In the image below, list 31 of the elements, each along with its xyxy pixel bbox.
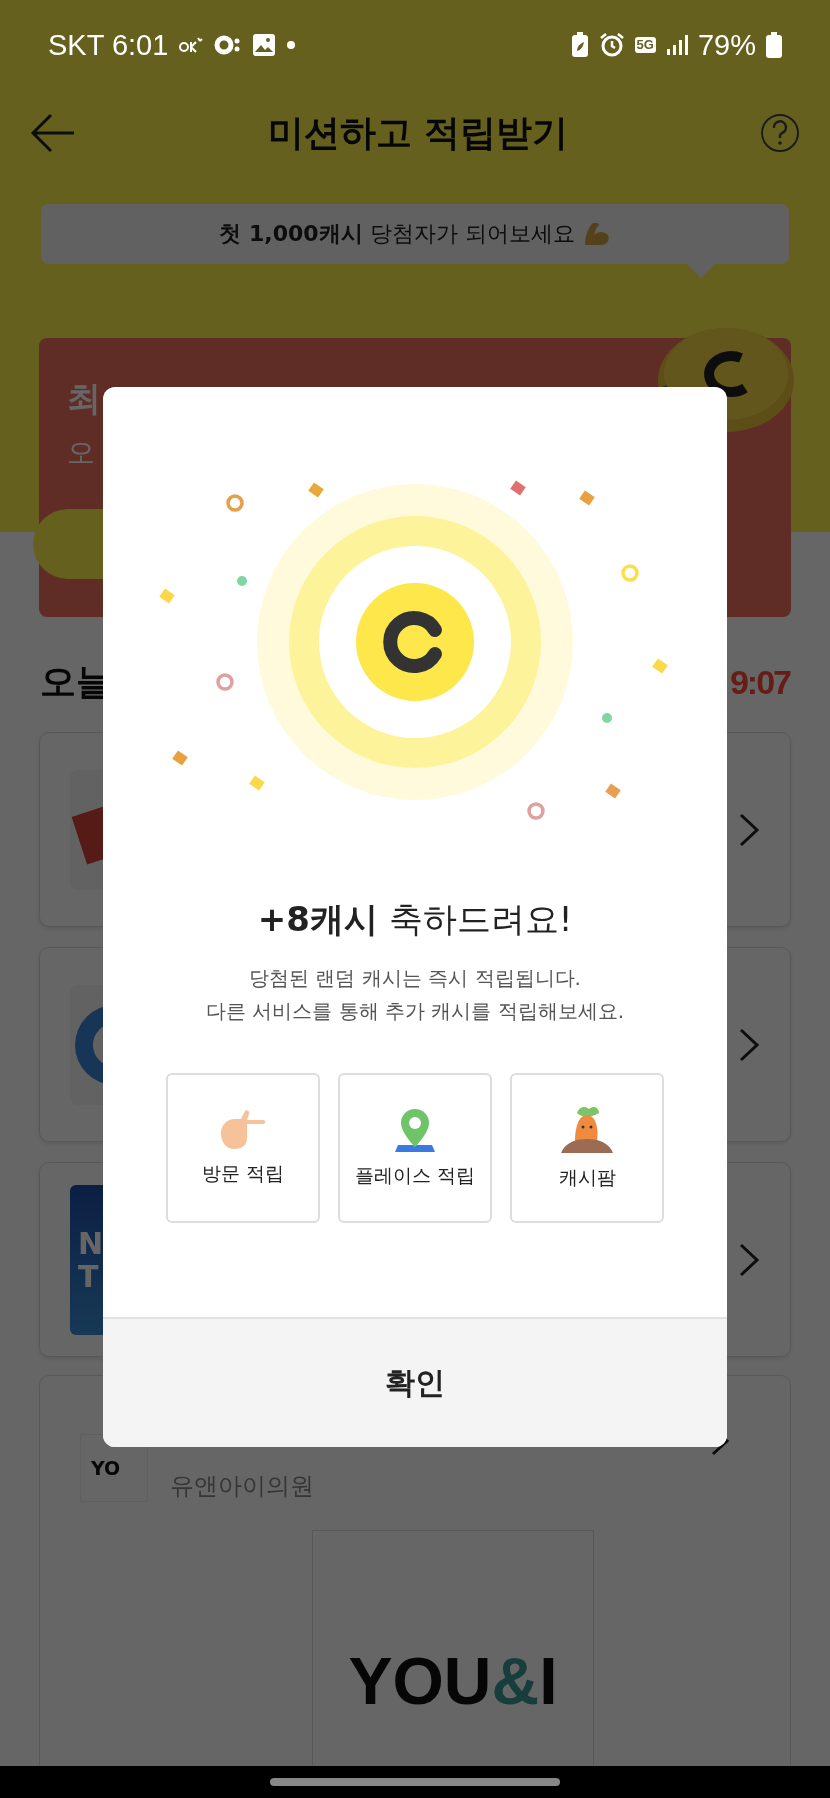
shortcut-button[interactable]: 방문 적립 xyxy=(166,1073,320,1223)
banner-text: 첫 1,000캐시 당첨자가 되어보세요 xyxy=(219,220,575,248)
dialog-message: 당첨된 랜덤 캐시는 즉시 적립됩니다. xyxy=(249,965,581,992)
back-arrow-icon[interactable] xyxy=(30,113,76,153)
promo-subtitle: 오 xyxy=(67,435,95,471)
confirm-button[interactable]: 확인 xyxy=(103,1317,727,1447)
coin-icon xyxy=(257,484,573,800)
dialog-title: +8캐시 축하드려요! xyxy=(256,898,574,941)
map-pin-icon xyxy=(394,1107,436,1153)
signal-icon xyxy=(665,34,688,56)
promo-title: 최 xyxy=(67,377,101,420)
shortcut-button[interactable]: 캐시팜 xyxy=(510,1073,664,1223)
shortcut-button[interactable]: 플레이스 적립 xyxy=(338,1073,492,1223)
countdown-timer: 9:07 xyxy=(729,662,790,702)
page-title: 미션하고 적립받기 xyxy=(267,110,569,155)
carrot-icon xyxy=(561,1105,613,1155)
chevron-right-icon[interactable] xyxy=(738,812,760,847)
network-type: 5G xyxy=(634,37,656,53)
chevron-right-icon[interactable] xyxy=(738,1242,760,1277)
battery-saver-icon xyxy=(570,32,589,58)
alarm-icon xyxy=(598,32,625,58)
notification-icon xyxy=(178,35,205,55)
chevron-right-icon[interactable] xyxy=(738,1027,760,1062)
dot-icon xyxy=(286,40,297,50)
image-icon xyxy=(252,33,277,57)
dialog-message: 다른 서비스를 통해 추가 캐시를 적립해보세요. xyxy=(205,998,625,1025)
help-icon[interactable] xyxy=(760,113,800,153)
battery-percent: 79% xyxy=(697,28,756,62)
status-time: SKT 6:01 xyxy=(48,28,169,62)
battery-icon xyxy=(766,32,782,58)
pointing-hand-icon xyxy=(219,1109,267,1151)
